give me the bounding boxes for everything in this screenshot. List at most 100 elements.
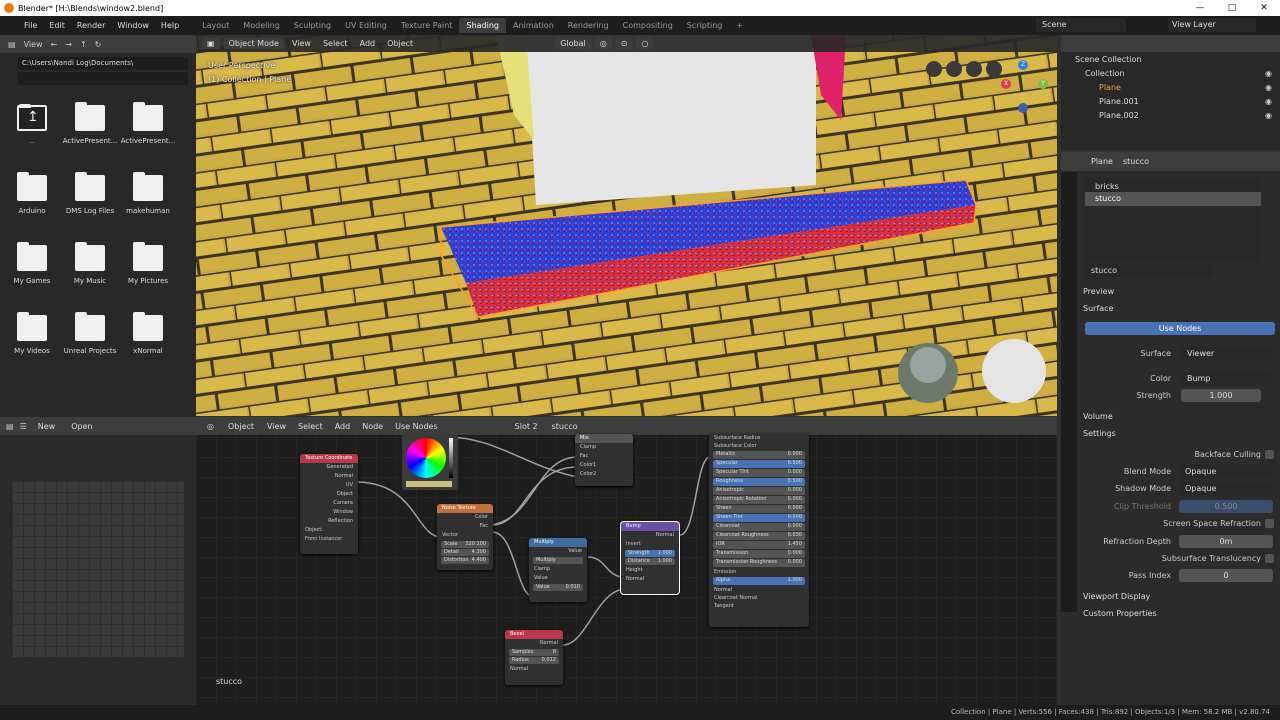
bump-distance-field[interactable]: Distance 1.000 [625, 558, 675, 565]
eye-icon[interactable]: ◉ [1265, 95, 1272, 109]
noise-detail-field[interactable]: Detail 4.300 [441, 549, 489, 556]
viewport-menu-add[interactable]: Add [356, 38, 380, 49]
tab-rendering[interactable]: Rendering [561, 18, 616, 33]
bsdf-row[interactable]: Specular Tint 0.000 [713, 469, 805, 477]
bsdf-row[interactable]: Transmission Roughness 0.000 [713, 559, 805, 567]
parent-dir-icon[interactable]: ↑ [80, 40, 87, 49]
refraction-depth-field[interactable]: 0m [1179, 535, 1273, 548]
menu-edit[interactable]: Edit [43, 21, 71, 30]
orientation-selector[interactable]: Global [555, 38, 591, 49]
scene-selector[interactable]: Scene [1036, 18, 1126, 32]
tab-animation[interactable]: Animation [506, 18, 561, 33]
bsdf-row[interactable]: Sheen 0.000 [713, 505, 805, 513]
outliner-item-collection[interactable]: Collection ◉ [1061, 67, 1280, 81]
refresh-icon[interactable]: ↻ [95, 40, 102, 49]
image-canvas[interactable] [12, 481, 184, 657]
bsdf-row[interactable]: Metallic 0.000 [713, 451, 805, 459]
node-checkbox[interactable]: Clamp [529, 565, 587, 574]
file-item[interactable]: makehuman [118, 172, 178, 215]
use-nodes-button[interactable]: Use Nodes [1085, 322, 1275, 335]
tab-sculpting[interactable]: Sculpting [287, 18, 338, 33]
path-field[interactable]: C:\Users\Nandi Log\Documents\ [18, 57, 188, 70]
node-checkbox[interactable]: From Instancer [300, 535, 358, 544]
node-object-field[interactable]: Object: [300, 526, 358, 535]
outliner-item-plane-002[interactable]: Plane.002 ◉ [1061, 109, 1280, 123]
snap-icon[interactable]: ⊙ [615, 38, 633, 49]
view-layer-selector[interactable]: View Layer [1168, 18, 1256, 32]
file-item[interactable]: DMS Log Files [60, 172, 120, 215]
bsdf-row[interactable]: Alpha 1.000 [713, 577, 805, 585]
file-item[interactable]: .. [2, 104, 62, 145]
tab-texture-paint[interactable]: Texture Paint [394, 18, 460, 33]
bsdf-row[interactable]: Roughness 0.500 [713, 478, 805, 486]
pivot-icon[interactable]: ◎ [594, 38, 612, 49]
value-slider[interactable] [449, 438, 453, 478]
viewport-menu-select[interactable]: Select [319, 38, 352, 49]
tab-compositing[interactable]: Compositing [616, 18, 680, 33]
file-item[interactable]: My Music [60, 242, 120, 285]
section-custom-properties[interactable]: Custom Properties [1083, 609, 1157, 618]
file-item[interactable]: xNormal [118, 312, 178, 355]
file-browser-editor-icon[interactable]: ▤ [8, 40, 16, 49]
editor-type-icon[interactable]: ▣ [202, 38, 220, 49]
eye-icon[interactable]: ◉ [1265, 67, 1272, 81]
bsdf-row[interactable]: Clearcoat Roughness 0.030 [713, 532, 805, 540]
tab-shading[interactable]: Shading [459, 18, 506, 33]
image-editor-type-icon[interactable]: ▤ [6, 422, 14, 431]
section-preview[interactable]: Preview [1083, 287, 1114, 296]
hand-pan-icon[interactable] [946, 61, 962, 77]
file-item[interactable]: Arduino [2, 172, 62, 215]
ssr-checkbox[interactable] [1265, 519, 1274, 528]
minimize-icon[interactable]: — [1184, 0, 1216, 16]
bsdf-row[interactable]: Sheen Tint 0.500 [713, 514, 805, 522]
node-checkbox[interactable]: Invert [621, 540, 679, 549]
node-checkbox[interactable]: Clamp [575, 443, 633, 452]
shader-node-editor[interactable]: ◎ Object View Select Add Node Use Nodes … [196, 417, 1057, 705]
section-settings[interactable]: Settings [1083, 429, 1116, 438]
color-input[interactable]: Bump [1181, 372, 1273, 385]
slot-stucco[interactable]: stucco [1085, 192, 1261, 206]
mode-selector[interactable]: Object Mode [223, 38, 284, 49]
filename-field[interactable] [18, 72, 188, 85]
bsdf-row[interactable]: Transmission 0.000 [713, 550, 805, 558]
menu-help[interactable]: Help [155, 21, 185, 30]
node-principled-bsdf[interactable]: Subsurface Radius Subsurface Color Metalli… [709, 434, 809, 627]
tab-scripting[interactable]: Scripting [680, 18, 730, 33]
section-volume[interactable]: Volume [1083, 412, 1113, 421]
section-surface[interactable]: Surface [1083, 304, 1113, 313]
bsdf-row[interactable]: Specular 0.500 [713, 460, 805, 468]
bsdf-row[interactable]: Anisotropic Rotation 0.000 [713, 496, 805, 504]
outliner-item-plane[interactable]: Plane ◉ [1061, 81, 1280, 95]
bsdf-row[interactable]: Subsurface Radius [709, 434, 809, 442]
backface-culling-checkbox[interactable] [1265, 450, 1274, 459]
gizmo-neg-z[interactable] [1018, 103, 1028, 113]
menu-render[interactable]: Render [71, 21, 111, 30]
section-viewport-display[interactable]: Viewport Display [1083, 592, 1150, 601]
material-slot-list[interactable]: bricks stucco [1085, 178, 1261, 262]
node-noise-texture[interactable]: Noise Texture Color Fac Vector Scale 320.… [437, 504, 493, 570]
blend-mode-selector[interactable]: Opaque [1179, 465, 1273, 478]
new-image-button[interactable]: New [32, 420, 61, 432]
bsdf-row[interactable]: IOR 1.450 [713, 541, 805, 549]
maximize-icon[interactable]: □ [1216, 0, 1248, 16]
bump-strength-field[interactable]: Strength 1.000 [625, 550, 675, 557]
3d-viewport[interactable]: ▣ Object Mode View Select Add Object Glo… [196, 35, 1057, 416]
bsdf-row[interactable]: Normal [709, 586, 809, 594]
zoom-icon[interactable] [926, 61, 942, 77]
shadow-mode-selector[interactable]: Opaque [1179, 482, 1273, 495]
close-icon[interactable]: ✕ [1248, 0, 1280, 16]
noise-scale-field[interactable]: Scale 320.100 [441, 541, 489, 548]
bsdf-row[interactable]: Subsurface Color [709, 442, 809, 450]
viewport-menu-view[interactable]: View [288, 38, 315, 49]
viewport-menu-object[interactable]: Object [383, 38, 417, 49]
surface-selector[interactable]: Viewer [1181, 347, 1273, 360]
tab-modeling[interactable]: Modeling [236, 18, 286, 33]
bevel-samples-field[interactable]: Samples 8 [509, 649, 559, 656]
eye-icon[interactable]: ◉ [1265, 109, 1272, 123]
menu-icon[interactable]: ☰ [20, 422, 27, 431]
strength-field[interactable]: 1.000 [1181, 389, 1261, 402]
bsdf-row[interactable]: Clearcoat 0.000 [713, 523, 805, 531]
outliner-scene-collection[interactable]: Scene Collection [1061, 53, 1280, 67]
file-item[interactable]: My Videos [2, 312, 62, 355]
node-texture-coordinate[interactable]: Texture Coordinate Generated Normal UV O… [300, 454, 358, 554]
